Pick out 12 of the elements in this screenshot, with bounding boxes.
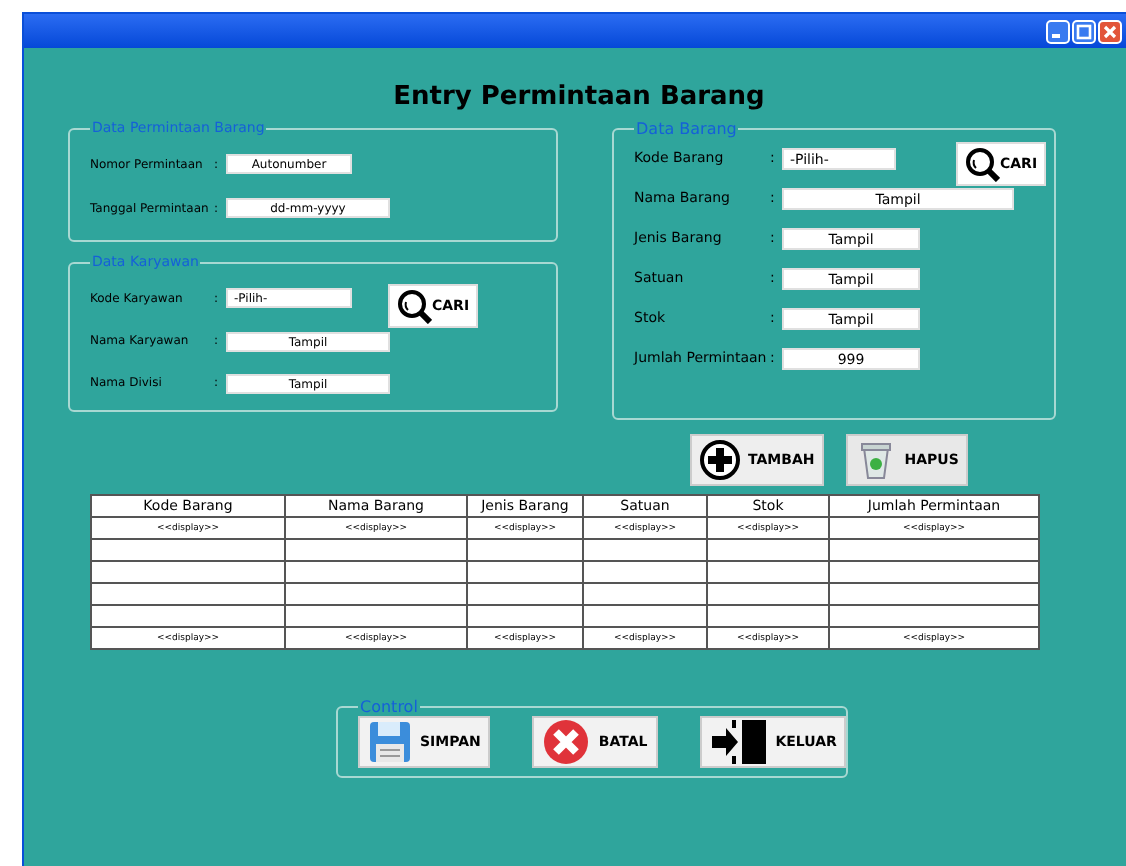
close-icon[interactable]	[1098, 19, 1122, 43]
search-icon	[964, 146, 1000, 182]
form-title: Entry Permintaan Barang	[391, 82, 767, 112]
plus-icon	[700, 440, 740, 480]
group-title: Data Barang	[634, 120, 739, 138]
group-title: Control	[358, 698, 420, 716]
search-icon	[396, 288, 432, 324]
trash-bin-icon	[856, 440, 897, 480]
cross-icon	[542, 718, 591, 766]
exit-door-icon	[709, 718, 768, 766]
maximize-icon[interactable]	[1072, 19, 1096, 43]
minimize-icon[interactable]	[1046, 19, 1070, 43]
